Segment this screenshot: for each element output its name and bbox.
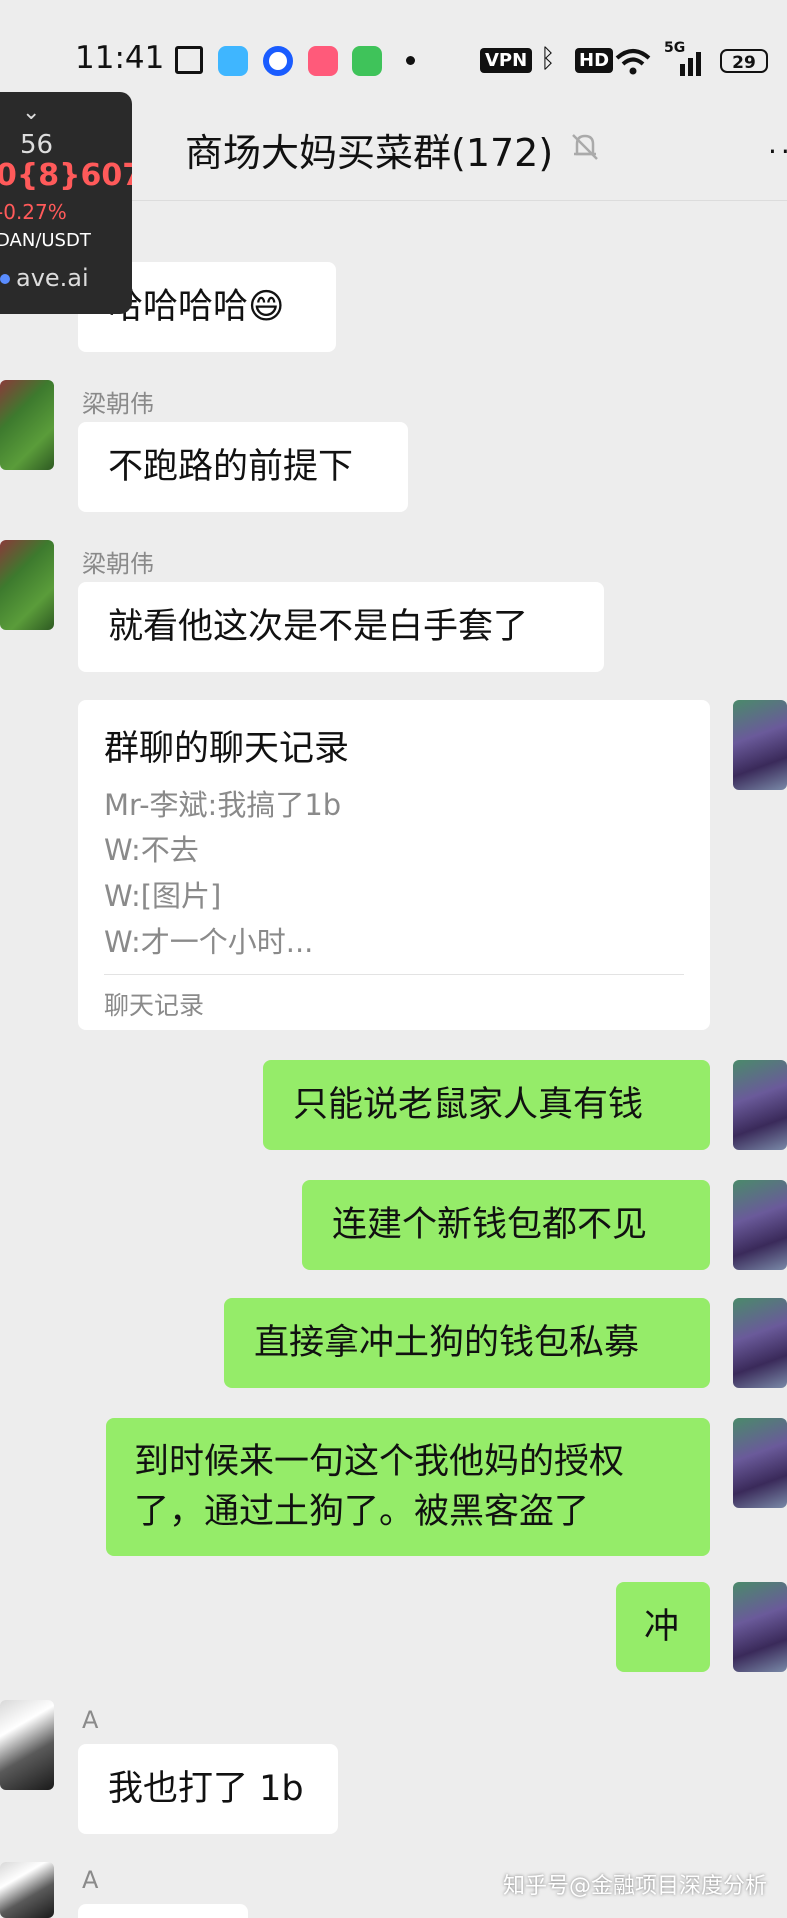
price-widget[interactable]: ⌄ 56 0{8}607 -0.27% DAN/USDT ave.ai bbox=[0, 92, 132, 314]
avatar-self[interactable] bbox=[733, 1582, 787, 1672]
app-notification-icon bbox=[175, 46, 203, 74]
message-text: 我也打了 1b bbox=[108, 1769, 304, 1809]
message-text: 就看他这次是不是白手套了 bbox=[108, 607, 529, 647]
message-bubble-self[interactable]: 到时候来一句这个我他妈的授权 了，通过土狗了。被黑客盗了 bbox=[106, 1418, 710, 1556]
message-text: 哈哈哈哈😄 bbox=[108, 287, 285, 327]
vpn-badge: VPN bbox=[480, 48, 533, 73]
watermark: 知乎号@金融项目深度分析 bbox=[502, 1874, 767, 1899]
chat-title: 商场大妈买菜群(172) bbox=[185, 131, 554, 175]
message-bubble-self[interactable]: 直接拿冲土狗的钱包私募 bbox=[224, 1298, 710, 1388]
message-text-line: 了，通过土狗了。被黑客盗了 bbox=[134, 1492, 590, 1532]
more-options-icon[interactable]: ·· bbox=[768, 135, 787, 168]
avatar-self[interactable] bbox=[733, 1060, 787, 1150]
avatar[interactable] bbox=[0, 380, 54, 470]
avatar[interactable] bbox=[0, 1700, 54, 1790]
sender-name: 梁朝伟 bbox=[82, 390, 154, 418]
avatar[interactable] bbox=[0, 540, 54, 630]
app-pink-icon bbox=[308, 46, 338, 76]
more-notifications-dot bbox=[406, 56, 415, 65]
browser-icon bbox=[263, 46, 293, 76]
battery-indicator: 29 bbox=[720, 49, 768, 73]
chat-record-title: 群聊的聊天记录 bbox=[104, 729, 350, 769]
chat-record-line: W:[图片] bbox=[104, 879, 222, 913]
widget-source-label: ave.ai bbox=[16, 264, 89, 292]
message-text: 连建个新钱包都不见 bbox=[332, 1205, 648, 1245]
chat-record-line: W:不去 bbox=[104, 833, 199, 867]
chevron-down-icon[interactable]: ⌄ bbox=[22, 100, 40, 125]
chat-record-footer: 聊天记录 bbox=[104, 991, 205, 1020]
message-text: 只能说老鼠家人真有钱 bbox=[293, 1085, 644, 1125]
bluetooth-icon: ᛒ bbox=[540, 44, 556, 74]
wifi-icon bbox=[615, 49, 651, 75]
message-bubble[interactable] bbox=[78, 1904, 248, 1918]
iqiyi-icon bbox=[218, 46, 248, 76]
message-text: 直接拿冲土狗的钱包私募 bbox=[254, 1323, 640, 1363]
widget-change: -0.27% bbox=[0, 200, 67, 224]
widget-counter: 56 bbox=[20, 130, 54, 160]
sender-name: A bbox=[82, 1706, 99, 1734]
message-bubble[interactable]: 就看他这次是不是白手套了 bbox=[78, 582, 604, 672]
widget-source: ave.ai bbox=[0, 264, 89, 292]
message-text-line: 到时候来一句这个我他妈的授权 bbox=[134, 1442, 625, 1482]
mute-bell-icon bbox=[572, 134, 598, 160]
ave-logo-icon bbox=[0, 274, 10, 284]
sender-name: 梁朝伟 bbox=[82, 550, 154, 578]
chat-record-line: Mr-李斌:我搞了1b bbox=[104, 788, 342, 822]
avatar-self[interactable] bbox=[733, 1180, 787, 1270]
message-bubble-self[interactable]: 只能说老鼠家人真有钱 bbox=[263, 1060, 710, 1150]
message-text: 冲 bbox=[644, 1607, 680, 1647]
avatar-self[interactable] bbox=[733, 1418, 787, 1508]
avatar-self[interactable] bbox=[733, 700, 787, 790]
sender-name: A bbox=[82, 1866, 99, 1894]
status-time: 11:41 bbox=[75, 40, 165, 76]
hd-badge: HD bbox=[575, 48, 614, 73]
widget-price: 0{8}607 bbox=[0, 158, 132, 193]
message-text: 不跑路的前提下 bbox=[108, 447, 354, 487]
avatar-self[interactable] bbox=[733, 1298, 787, 1388]
message-bubble[interactable]: 不跑路的前提下 bbox=[78, 422, 408, 512]
signal-icon bbox=[680, 52, 701, 76]
chat-record-line: W:才一个小时... bbox=[104, 925, 314, 959]
widget-pair: DAN/USDT bbox=[0, 230, 91, 251]
chat-record-card[interactable]: 群聊的聊天记录 Mr-李斌:我搞了1b W:不去 W:[图片] W:才一个小时.… bbox=[78, 700, 710, 1030]
divider bbox=[104, 974, 684, 975]
message-bubble-self[interactable]: 冲 bbox=[616, 1582, 710, 1672]
avatar[interactable] bbox=[0, 1862, 54, 1918]
message-bubble-self[interactable]: 连建个新钱包都不见 bbox=[302, 1180, 710, 1270]
chat-app-icon bbox=[352, 46, 382, 76]
message-bubble[interactable]: 我也打了 1b bbox=[78, 1744, 338, 1834]
